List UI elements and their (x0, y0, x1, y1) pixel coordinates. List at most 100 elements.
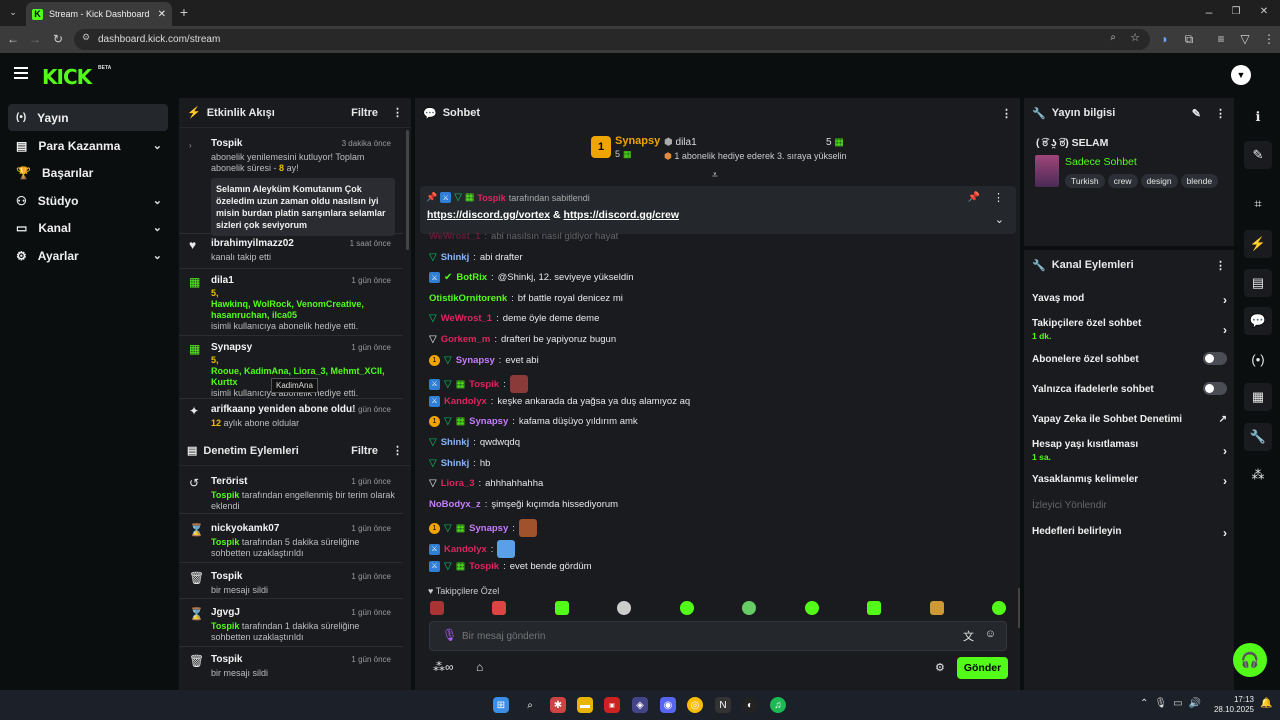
event-user[interactable]: Tospik (211, 654, 242, 665)
event-user[interactable]: Tospik (211, 571, 242, 582)
capture-icon[interactable]: ⌗ (1244, 190, 1272, 218)
search-icon[interactable]: ⌕ (522, 697, 538, 713)
obs-icon[interactable]: ◐ (742, 697, 758, 713)
quick-actions-icon[interactable]: ⚡ (1244, 230, 1272, 258)
tag[interactable]: blende (1180, 174, 1219, 188)
emote-icon[interactable] (991, 601, 1006, 615)
forward-icon[interactable]: → (26, 26, 44, 53)
stream-category[interactable]: Sadece Sohbet (1065, 156, 1137, 168)
maximize-icon[interactable]: ❐ (1227, 0, 1245, 24)
chat-username[interactable]: Shinkj (441, 458, 470, 469)
chat-username[interactable]: WeWrost_1 (429, 231, 480, 242)
event-user[interactable]: Terörist (211, 476, 248, 487)
emote-icon[interactable] (430, 601, 444, 615)
emote-icon[interactable] (742, 601, 757, 615)
reload-icon[interactable]: ↻ (49, 26, 67, 53)
start-icon[interactable]: ⊞ (493, 697, 509, 713)
emote-icon[interactable] (509, 375, 528, 394)
emote-icon[interactable] (492, 601, 507, 615)
event-actor[interactable]: Tospik (211, 537, 239, 547)
site-info-icon[interactable]: ⚙ (82, 32, 90, 43)
chat-username[interactable]: Shinkj (441, 252, 470, 263)
event-user[interactable]: ibrahimyilmazz02 (211, 238, 294, 249)
translate-icon[interactable]: 文 (963, 628, 974, 644)
more-tools-icon[interactable]: ⁂ (1244, 461, 1272, 489)
leaderboard-second-user[interactable]: dila1 (676, 137, 697, 148)
notes-icon[interactable]: ▤ (1244, 269, 1272, 297)
chat-username[interactable]: Gorkem_m (441, 334, 491, 345)
activity-filter-button[interactable]: Filtre (351, 107, 378, 119)
chat-username[interactable]: Shinkj (441, 437, 470, 448)
emote-icon[interactable] (929, 601, 944, 615)
tag[interactable]: Turkish (1065, 174, 1105, 188)
nav-item-studyo[interactable]: ⚇ Stüdyo ⌄ (8, 187, 168, 214)
chat-username[interactable]: Synapsy (469, 523, 508, 534)
banned-words-row[interactable]: Yasaklanmış kelimeler › (1032, 474, 1227, 488)
notion-icon[interactable]: N (715, 697, 731, 713)
discord-link[interactable]: https://discord.gg/crew (564, 209, 680, 221)
subscribers-only-toggle[interactable] (1203, 352, 1227, 365)
more-options-icon[interactable]: ⋮ (993, 191, 1004, 204)
hamburger-menu-icon[interactable] (14, 67, 28, 79)
clock[interactable]: 17:13 28.10.2025 (1210, 695, 1254, 715)
discord-link[interactable]: https://discord.gg/vortex (427, 209, 550, 221)
scrollbar[interactable] (406, 130, 409, 250)
chrome-icon[interactable]: ◎ (687, 697, 703, 713)
chat-username[interactable]: Synapsy (469, 416, 508, 427)
kick-points-icon[interactable]: ⁂∞ (433, 660, 454, 674)
expand-arrow-icon[interactable]: › (189, 140, 192, 151)
back-icon[interactable]: ← (4, 26, 22, 53)
window-close-icon[interactable]: ✕ (1255, 0, 1273, 24)
more-options-icon[interactable]: ⋮ (1215, 259, 1226, 272)
extensions-puzzle-icon[interactable]: ⧉ (1180, 26, 1198, 53)
app-icon[interactable]: ✱ (550, 697, 566, 713)
category-thumbnail[interactable] (1035, 155, 1059, 187)
ai-moderation-row[interactable]: Yapay Zeka ile Sohbet Denetimi ↗ (1032, 414, 1227, 425)
emote-icon[interactable] (867, 601, 882, 615)
broadcast-icon[interactable]: (•) (1244, 345, 1272, 373)
leaderboard-first-user[interactable]: Synapsy (615, 135, 660, 147)
more-options-icon[interactable]: ⋮ (392, 444, 403, 457)
file-explorer-icon[interactable]: ▬ (577, 697, 593, 713)
tools-icon[interactable]: 🔧 (1244, 423, 1272, 451)
nav-item-yayin[interactable]: (•) Yayın (8, 104, 168, 131)
chat-input[interactable] (462, 628, 942, 644)
chat-username[interactable]: BotRix (456, 272, 487, 283)
kick-logo[interactable]: KICK (42, 65, 92, 89)
nav-item-kanal[interactable]: ▭ Kanal ⌄ (8, 214, 168, 241)
bookmark-star-icon[interactable]: ☆ (1130, 31, 1140, 44)
expand-leaderboard-icon[interactable]: ⩡ (712, 170, 718, 181)
chat-username[interactable]: Synapsy (456, 355, 495, 366)
support-button[interactable]: 🎧 (1233, 643, 1267, 677)
notifications-icon[interactable]: 🔔 (1260, 698, 1272, 709)
edit-icon[interactable]: ✎ (1192, 107, 1201, 120)
followers-only-row[interactable]: Takipçilere özel sohbet 1 dk. › (1032, 318, 1227, 341)
set-goals-row[interactable]: Hedefleri belirleyin › (1032, 526, 1227, 540)
chevron-down-icon[interactable]: ⌄ (995, 213, 1004, 226)
profile-icon[interactable]: ▽ (1236, 26, 1254, 53)
discord-icon[interactable]: ◉ (660, 697, 676, 713)
emote-icon[interactable] (679, 601, 694, 615)
chat-username[interactable]: Liora_3 (441, 478, 475, 489)
more-options-icon[interactable]: ⋮ (1001, 107, 1012, 120)
emoji-icon[interactable]: ☺ (985, 628, 996, 640)
emote-icon[interactable] (804, 601, 819, 615)
emotes-only-toggle[interactable] (1203, 382, 1227, 395)
send-button[interactable]: Gönder (957, 657, 1008, 679)
event-actor[interactable]: Tospik (211, 621, 239, 631)
chat-toggle-icon[interactable]: 💬 (1244, 307, 1272, 335)
moderation-filter-button[interactable]: Filtre (351, 445, 378, 457)
account-age-row[interactable]: Hesap yaşı kısıtlaması 1 sa. › (1032, 439, 1227, 462)
minimize-icon[interactable]: – (1200, 0, 1218, 24)
zoom-icon[interactable]: ⌕ (1110, 32, 1116, 43)
chat-username[interactable]: OtistikOrnitorenk (429, 293, 507, 304)
emote-icon[interactable] (617, 601, 632, 615)
event-user[interactable]: nickyokamk07 (211, 523, 279, 534)
slow-mode-row[interactable]: Yavaş mod › (1032, 293, 1227, 307)
tag[interactable]: crew (1107, 174, 1138, 188)
app-icon[interactable]: ◈ (632, 697, 648, 713)
subscribers-only-row[interactable]: Abonelere özel sohbet (1032, 352, 1227, 365)
edit-stream-icon[interactable]: ✎ (1244, 141, 1272, 169)
extension-icon[interactable]: ◗ (1156, 26, 1174, 53)
chat-input-box[interactable]: 🎙 文 ☺ (429, 621, 1007, 651)
